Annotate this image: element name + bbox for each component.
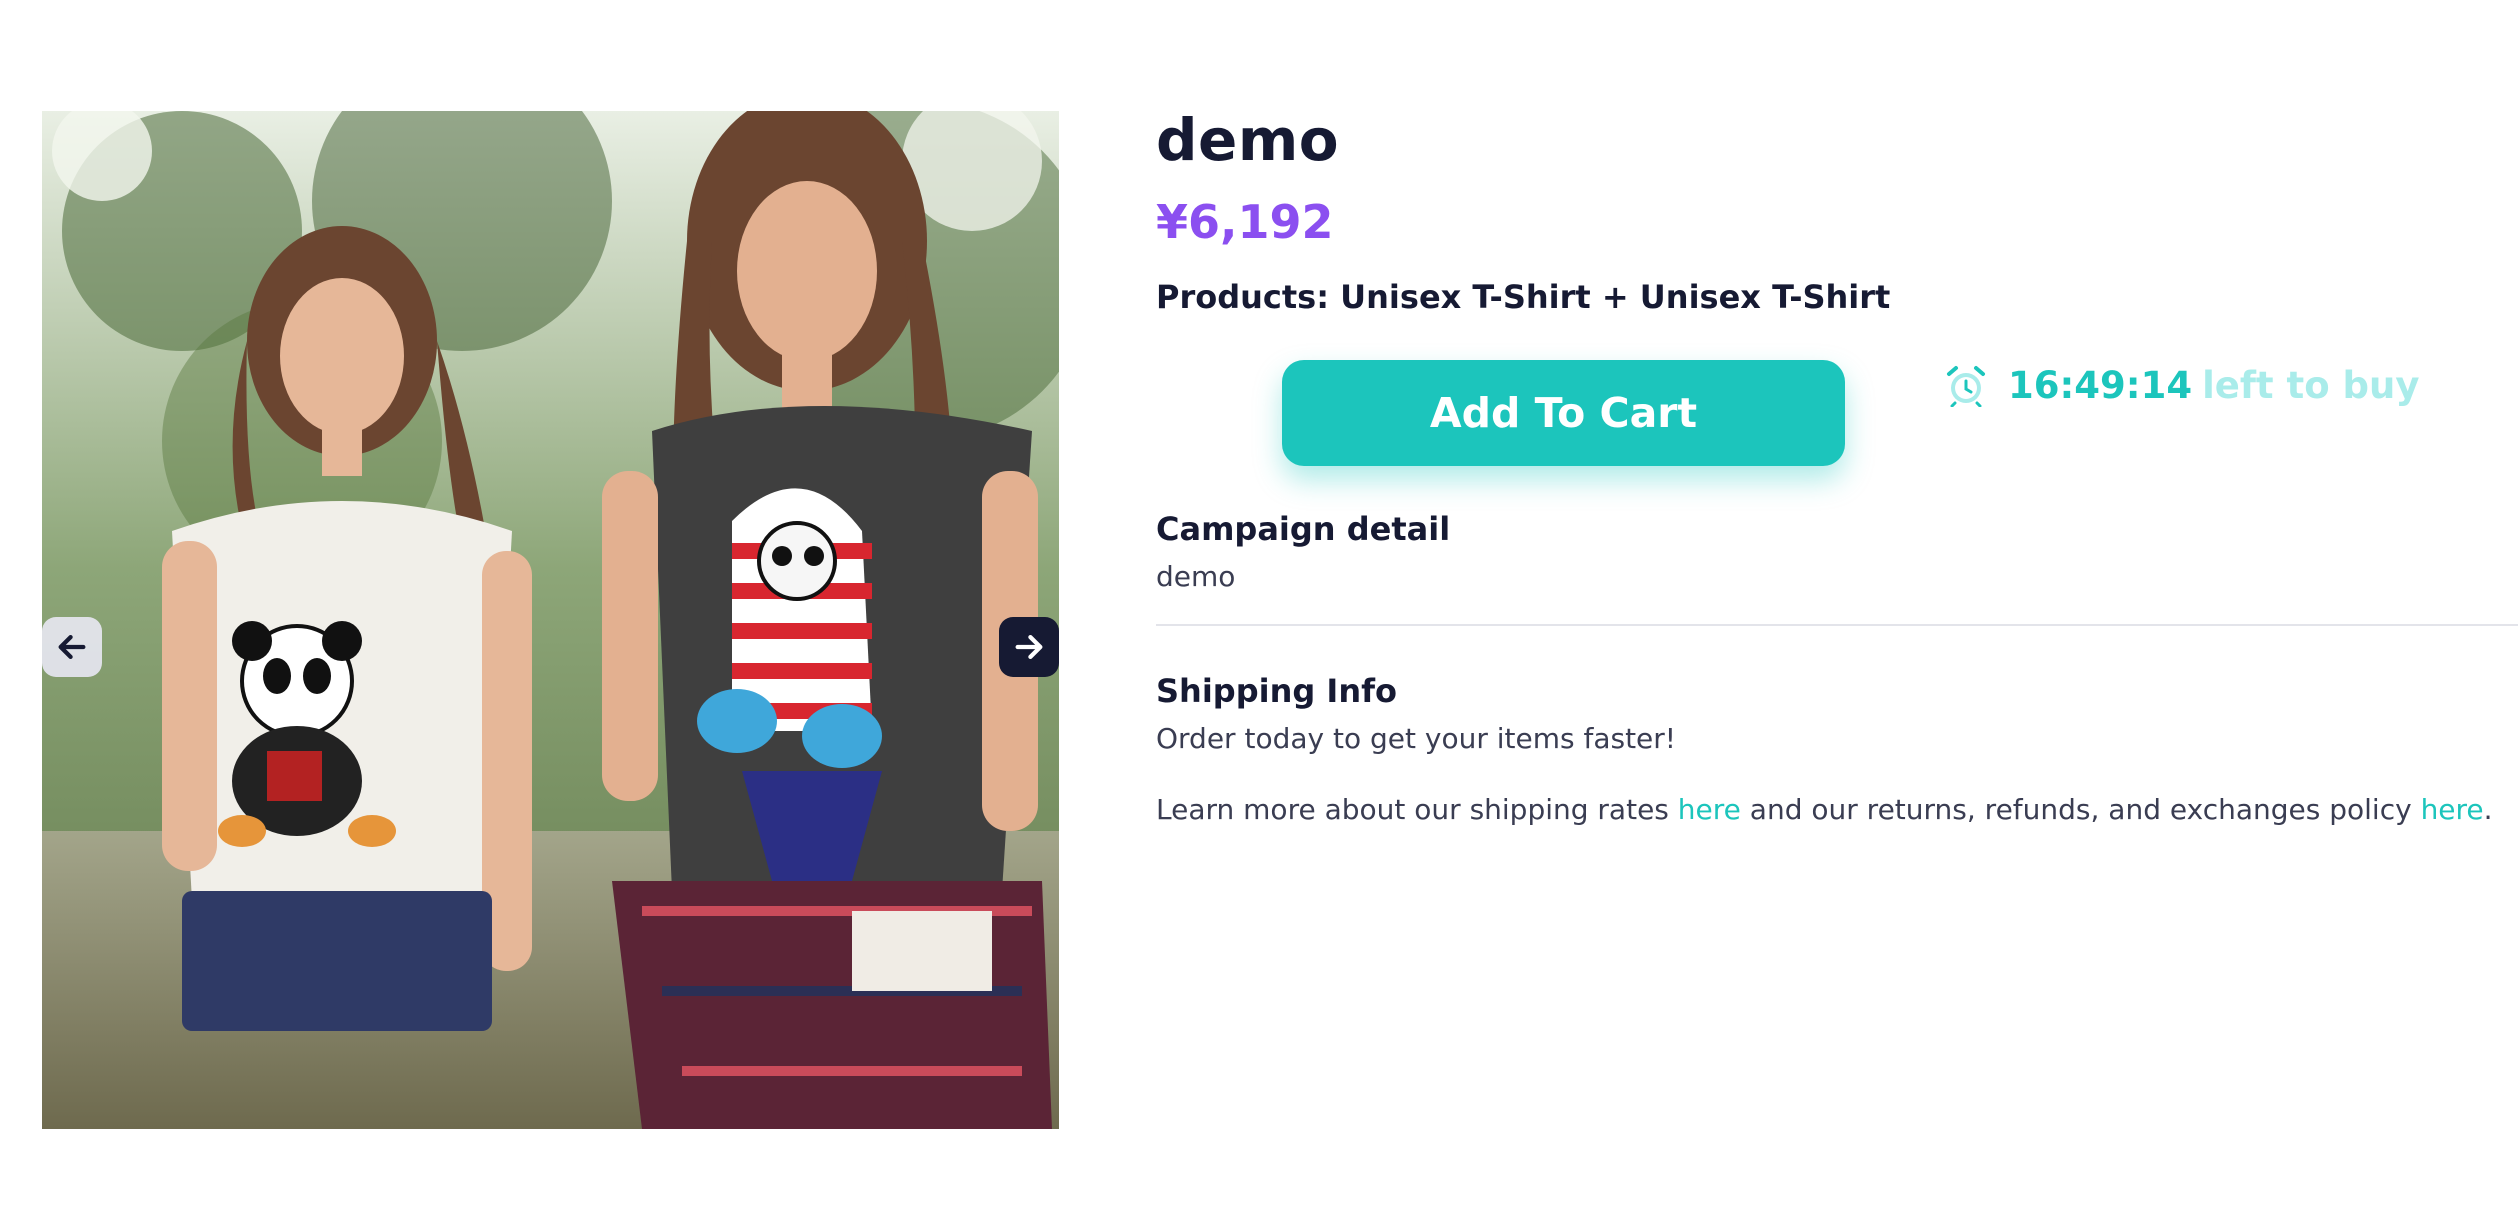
product-photo (42, 111, 1059, 1129)
alarm-clock-icon (1947, 365, 1985, 407)
countdown-timer: 16:49:14 left to buy (1946, 364, 2419, 407)
product-price: ¥6,192 (1156, 195, 1334, 249)
next-slide-button[interactable] (999, 617, 1059, 677)
add-to-cart-button[interactable]: Add To Cart (1282, 360, 1845, 466)
campaign-detail-text: demo (1156, 560, 1236, 593)
shipping-policy-prefix: Learn more about our shipping rates (1156, 793, 1678, 826)
shipping-rates-link[interactable]: here (1678, 793, 1741, 826)
countdown-suffix: left to buy (2202, 364, 2420, 407)
shipping-policy-text: Learn more about our shipping rates here… (1156, 793, 2493, 826)
shipping-info-heading: Shipping Info (1156, 672, 1397, 710)
shipping-info-text: Order today to get your items faster! (1156, 722, 1677, 755)
campaign-detail-heading: Campaign detail (1156, 510, 1451, 548)
shipping-policy-suffix: . (2483, 793, 2493, 826)
shipping-policy-middle: and our returns, refunds, and exchanges … (1740, 793, 2421, 826)
arrow-right-icon (1015, 634, 1043, 660)
section-divider (1156, 624, 2518, 626)
returns-policy-link[interactable]: here (2421, 793, 2484, 826)
arrow-left-icon (58, 634, 86, 660)
previous-slide-button[interactable] (42, 617, 102, 677)
product-page: demo ¥6,192 Products: Unisex T-Shirt + U… (0, 0, 2518, 1228)
products-line: Products: Unisex T-Shirt + Unisex T-Shir… (1156, 278, 1891, 316)
product-image-gallery (42, 111, 1059, 1129)
product-title: demo (1156, 106, 1340, 174)
countdown-time: 16:49:14 (2008, 364, 2193, 407)
